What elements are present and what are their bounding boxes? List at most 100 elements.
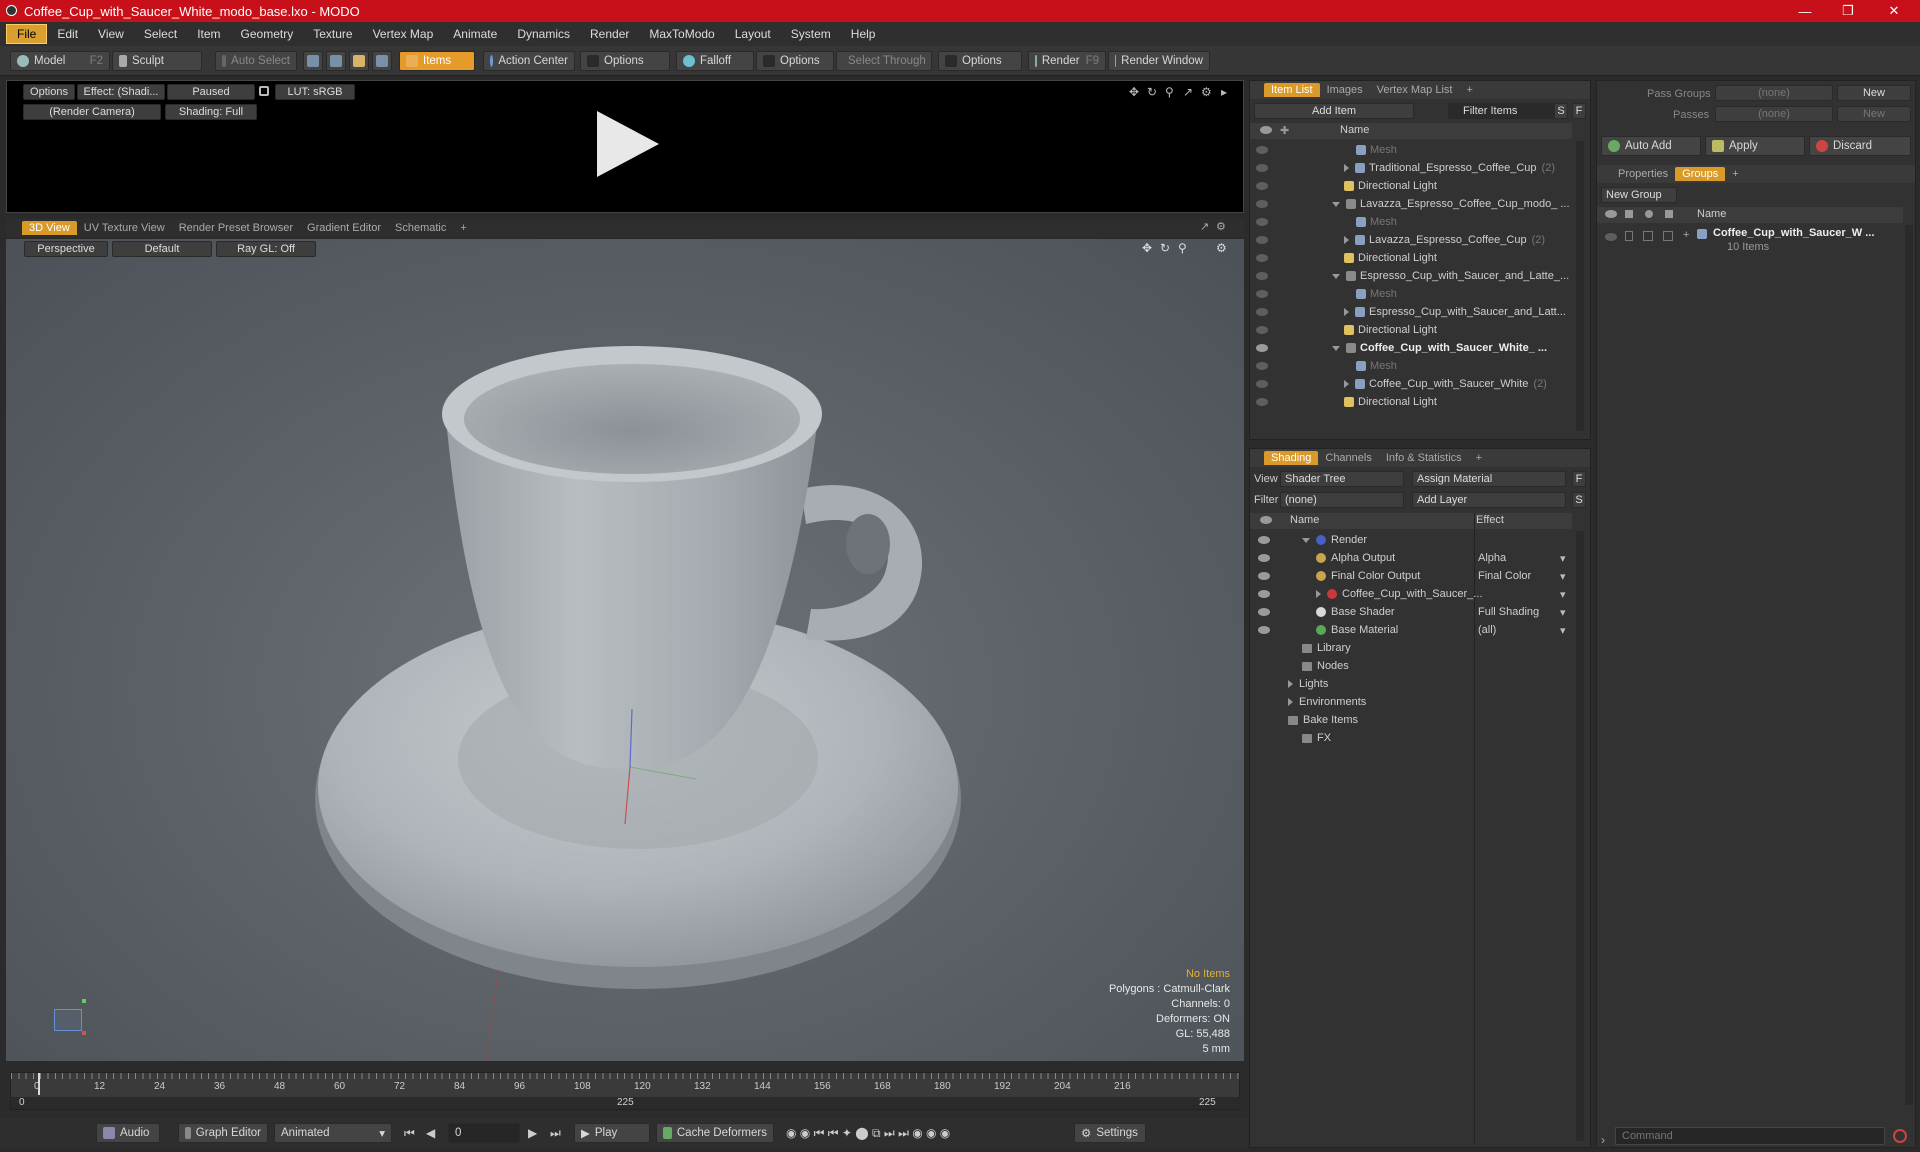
item-row[interactable]: Lavazza_Espresso_Coffee_Cup_modo_ ...	[1250, 195, 1572, 213]
graph-editor-button[interactable]: Graph Editor	[178, 1123, 268, 1143]
visibility-eye-icon[interactable]	[1258, 572, 1270, 580]
visibility-eye-icon[interactable]	[1256, 344, 1268, 352]
item-row[interactable]: Mesh	[1250, 357, 1572, 375]
chevron-down-icon[interactable]	[1302, 537, 1310, 543]
chevron-down-icon[interactable]	[1332, 201, 1340, 207]
menu-maxtomodo[interactable]: MaxToModo	[639, 25, 724, 43]
play-icon[interactable]	[593, 109, 663, 179]
visibility-eye-icon[interactable]	[1258, 590, 1270, 598]
items-mode-button[interactable]: Items	[399, 51, 475, 71]
tab-gradient-editor[interactable]: Gradient Editor	[300, 221, 388, 235]
tab-add-button[interactable]: +	[453, 221, 473, 235]
tab-shading[interactable]: Shading	[1264, 451, 1319, 465]
visibility-eye-icon[interactable]	[1256, 308, 1268, 316]
tab-uv-texture-view[interactable]: UV Texture View	[77, 221, 172, 235]
tab-images[interactable]: Images	[1320, 83, 1370, 97]
shader-row[interactable]: Base Material (all) ▾	[1250, 621, 1572, 639]
sculpt-mode-button[interactable]: Sculpt	[112, 51, 202, 71]
chevron-right-icon[interactable]	[1288, 680, 1293, 688]
restore-icon[interactable]: ❐	[1828, 0, 1868, 22]
command-history-icon[interactable]	[1893, 1129, 1907, 1143]
menu-view[interactable]: View	[88, 25, 134, 43]
shader-row[interactable]: Environments	[1250, 693, 1572, 711]
select-toggle-icon[interactable]	[1663, 231, 1673, 241]
item-row[interactable]: Espresso_Cup_with_Saucer_and_Latte_...	[1250, 267, 1572, 285]
chevron-down-icon[interactable]: ▾	[1560, 588, 1566, 601]
chevron-down-icon[interactable]: ▾	[1560, 624, 1566, 637]
material-select-button[interactable]	[372, 51, 392, 71]
menu-layout[interactable]: Layout	[725, 25, 781, 43]
visibility-eye-icon[interactable]	[1256, 326, 1268, 334]
auto-add-button[interactable]: Auto Add	[1601, 136, 1701, 156]
groups-scrollbar[interactable]	[1905, 225, 1913, 1105]
close-icon[interactable]: ✕	[1874, 0, 1914, 22]
new-pass-group-button[interactable]: New	[1837, 85, 1911, 101]
group-row[interactable]: + Coffee_Cup_with_Saucer_W ... 10 Items	[1597, 225, 1903, 257]
visibility-eye-icon[interactable]	[1256, 218, 1268, 226]
visibility-eye-icon[interactable]	[1256, 164, 1268, 172]
discard-button[interactable]: Discard	[1809, 136, 1911, 156]
shading-s-button[interactable]: S	[1572, 492, 1586, 508]
item-row[interactable]: Directional Light	[1250, 177, 1572, 195]
item-row[interactable]: Espresso_Cup_with_Saucer_and_Latt...	[1250, 303, 1572, 321]
item-row[interactable]: Mesh	[1250, 141, 1572, 159]
3d-viewport[interactable]: Perspective Default Ray GL: Off ✥ ↻ ⚲ ⚙	[6, 239, 1244, 1061]
shader-row[interactable]: Bake Items	[1250, 711, 1572, 729]
chevron-right-icon[interactable]	[1344, 236, 1349, 244]
shading-dropdown[interactable]: Shading: Full	[165, 104, 257, 120]
item-row[interactable]: Coffee_Cup_with_Saucer_White (2)	[1250, 375, 1572, 393]
tab-properties[interactable]: Properties	[1611, 167, 1675, 181]
cache-deformers-button[interactable]: Cache Deformers	[656, 1123, 774, 1143]
render-window-button[interactable]: Render Window	[1108, 51, 1210, 71]
visibility-eye-icon[interactable]	[1256, 200, 1268, 208]
step-back-icon[interactable]: ◀	[426, 1126, 435, 1140]
rotate-view-icon[interactable]: ↻	[1147, 85, 1157, 99]
visibility-eye-icon[interactable]	[1258, 608, 1270, 616]
expand-icon[interactable]: +	[1683, 229, 1689, 241]
menu-system[interactable]: System	[781, 25, 841, 43]
chevron-right-icon[interactable]	[1288, 698, 1293, 706]
shading-scrollbar[interactable]	[1576, 531, 1584, 1141]
chevron-right-icon[interactable]: ▸	[1221, 85, 1227, 99]
filter-items-input[interactable]: Filter Items	[1448, 103, 1560, 119]
tab-info-statistics[interactable]: Info & Statistics	[1379, 451, 1469, 465]
camera-dropdown[interactable]: (Render Camera)	[23, 104, 161, 120]
preview-options-button[interactable]: Options	[23, 84, 75, 100]
shader-effect[interactable]: Final Color	[1478, 570, 1531, 582]
select-through-options-button[interactable]: Options	[938, 51, 1022, 71]
item-list-scrollbar[interactable]	[1576, 141, 1584, 431]
preview-effect-dropdown[interactable]: Effect: (Shadi...	[77, 84, 165, 100]
menu-geometry[interactable]: Geometry	[231, 25, 304, 43]
shading-f-button[interactable]: F	[1572, 471, 1586, 487]
animated-dropdown[interactable]: Animated ▾	[274, 1123, 392, 1143]
add-layer-dropdown[interactable]: Add Layer	[1412, 492, 1566, 508]
select-through-button[interactable]: Select Through	[836, 51, 932, 71]
add-item-dropdown[interactable]: Add Item	[1254, 103, 1414, 119]
visibility-eye-icon[interactable]	[1256, 362, 1268, 370]
item-row[interactable]: Coffee_Cup_with_Saucer_White_ ...	[1250, 339, 1572, 357]
filter-s-button[interactable]: S	[1554, 103, 1568, 119]
menu-select[interactable]: Select	[134, 25, 187, 43]
auto-select-button[interactable]: Auto Select	[215, 51, 297, 71]
visibility-eye-icon[interactable]	[1605, 233, 1617, 241]
zoom-view-icon[interactable]: ⚲	[1165, 85, 1174, 99]
play-button[interactable]: ▶ Play	[574, 1123, 650, 1143]
item-row[interactable]: Traditional_Espresso_Coffee_Cup (2)	[1250, 159, 1572, 177]
tab-schematic[interactable]: Schematic	[388, 221, 453, 235]
falloff-button[interactable]: Falloff	[676, 51, 754, 71]
chevron-down-icon[interactable]: ▾	[1560, 606, 1566, 619]
visibility-eye-icon[interactable]	[1256, 146, 1268, 154]
tab-groups[interactable]: Groups	[1675, 167, 1726, 181]
visibility-eye-icon[interactable]	[1258, 554, 1270, 562]
visibility-eye-icon[interactable]	[1256, 272, 1268, 280]
timeline-range-bar[interactable]: 0 225 225	[11, 1097, 1241, 1109]
shader-row[interactable]: Base Shader Full Shading ▾	[1250, 603, 1572, 621]
pass-groups-dropdown[interactable]: (none)	[1715, 85, 1833, 101]
filter-dropdown[interactable]: (none)	[1280, 492, 1404, 508]
render-button[interactable]: Render F9	[1028, 51, 1106, 71]
tab-add-button[interactable]: +	[1725, 167, 1745, 181]
item-row[interactable]: Directional Light	[1250, 249, 1572, 267]
visibility-eye-icon[interactable]	[1258, 626, 1270, 634]
item-row[interactable]: Directional Light	[1250, 321, 1572, 339]
chevron-right-icon[interactable]	[1316, 590, 1321, 598]
